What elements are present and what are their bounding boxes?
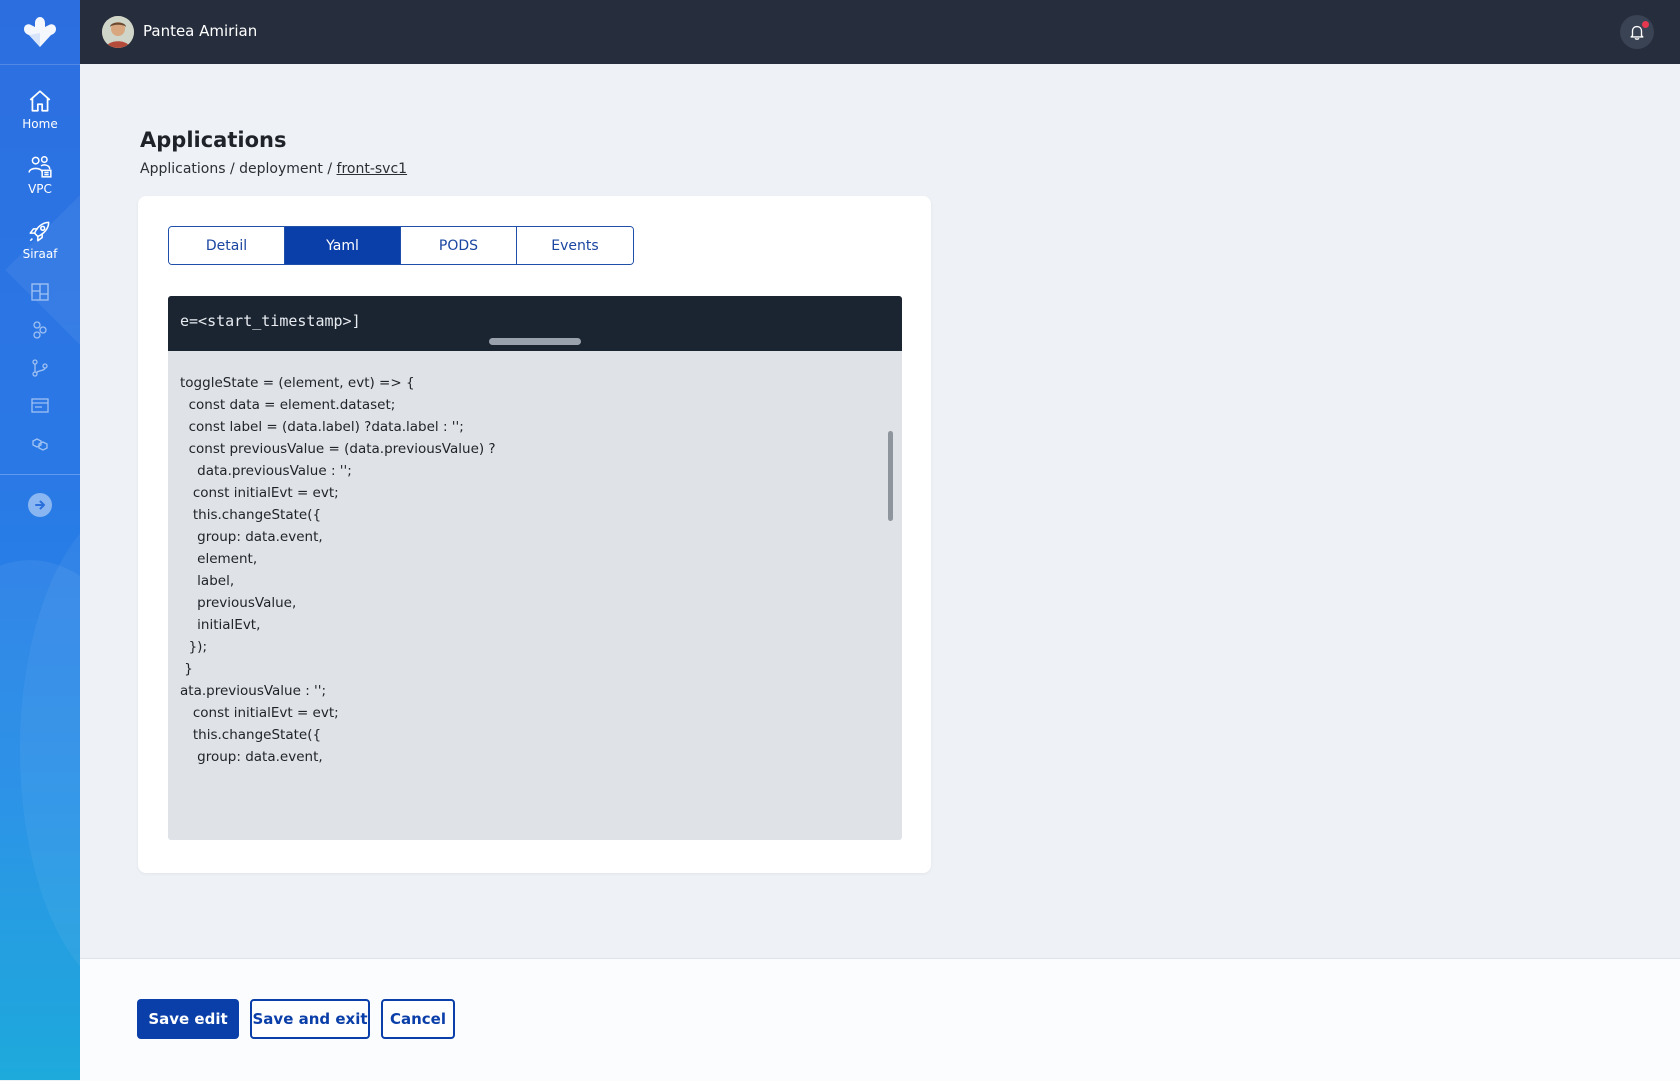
sidebar-item-vpc[interactable]: VPC [0,153,80,196]
avatar-image [102,16,134,48]
sidebar-item-siraaf[interactable]: Siraaf [0,218,80,261]
sidebar-item-window[interactable] [0,396,80,416]
sidebar-item-label: Siraaf [22,247,58,261]
code-content[interactable]: toggleState = (element, evt) => { const … [180,372,496,768]
tab-events[interactable]: Events [517,227,633,264]
yaml-editor[interactable]: toggleState = (element, evt) => { const … [168,351,902,840]
rocket-icon [29,221,50,242]
tab-group: Detail Yaml PODS Events [168,226,634,265]
vertical-scrollbar[interactable] [888,431,893,521]
arrow-right-icon [35,500,45,510]
window-icon [31,398,49,413]
vpc-icon [28,156,52,178]
username[interactable]: Pantea Amirian [143,22,257,40]
cubes-icon [32,438,48,451]
horizontal-scrollbar[interactable] [489,338,581,345]
tab-yaml[interactable]: Yaml [285,227,401,264]
code-header-text: e=<start_timestamp>] [180,312,361,330]
sidebar-divider [0,474,80,475]
code-header: e=<start_timestamp>] [168,296,902,351]
breadcrumb-separator: / [225,161,240,177]
logo-icon [24,17,56,47]
breadcrumb-applications[interactable]: Applications [140,161,226,177]
sidebar-expand-button[interactable] [28,493,52,517]
page-title: Applications [140,128,287,152]
sidebar: Home VPC Siraaf [0,0,80,1080]
avatar[interactable] [102,16,134,48]
git-branch-icon [32,359,48,377]
tab-pods[interactable]: PODS [401,227,517,264]
breadcrumb-deployment[interactable]: deployment [239,161,323,177]
sidebar-item-label: VPC [28,182,52,196]
dashboard-icon [31,283,49,301]
top-bar: Pantea Amirian [80,0,1680,64]
notification-button[interactable] [1620,15,1654,49]
breadcrumb-separator: / [322,161,337,177]
sidebar-item-home[interactable]: Home [0,88,80,131]
breadcrumb: Applications / deployment / front-svc1 [140,161,407,177]
tab-detail[interactable]: Detail [169,227,285,264]
home-icon [29,90,51,112]
sidebar-item-dashboard[interactable] [0,282,80,302]
cluster-icon [33,321,47,339]
notification-dot [1642,21,1649,28]
sidebar-item-label: Home [22,117,58,131]
sidebar-item-git[interactable] [0,358,80,378]
save-and-exit-button[interactable]: Save and exit [250,999,370,1039]
save-edit-button[interactable]: Save edit [137,999,239,1039]
content-card: Detail Yaml PODS Events e=<start_timesta… [138,196,931,873]
logo[interactable] [0,0,80,65]
footer-actions: Save edit Save and exit Cancel [80,958,1680,1081]
breadcrumb-current[interactable]: front-svc1 [337,161,408,177]
cancel-button[interactable]: Cancel [381,999,455,1039]
sidebar-item-cubes[interactable] [0,434,80,454]
sidebar-item-cluster[interactable] [0,320,80,340]
